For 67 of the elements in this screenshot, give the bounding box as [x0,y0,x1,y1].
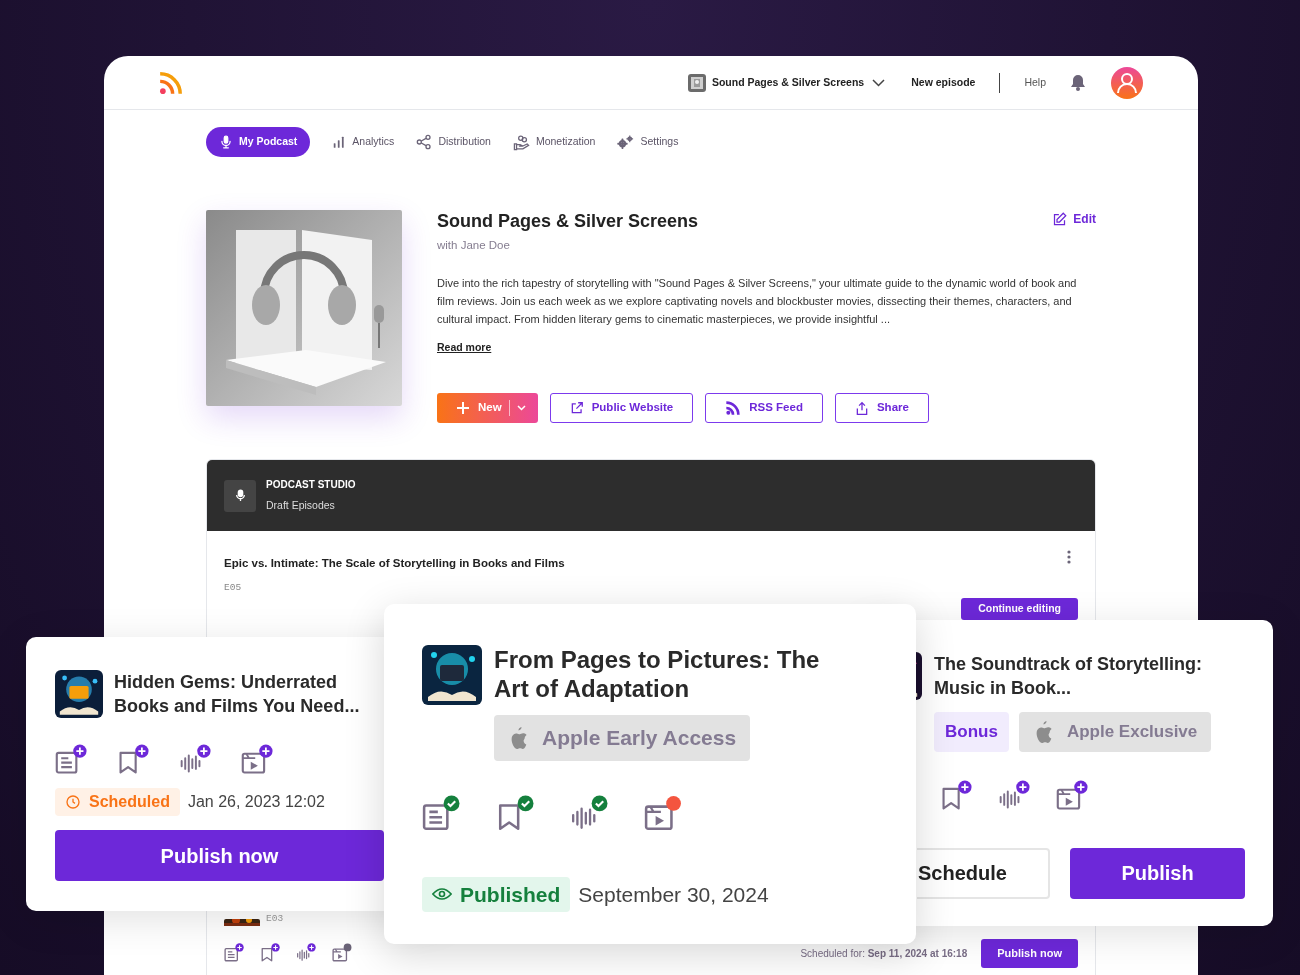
rss-icon [725,400,742,416]
clock-icon [65,794,81,810]
continue-editing-button[interactable]: Continue editing [961,598,1078,621]
external-link-icon [569,401,584,415]
bookmark-status-icon[interactable] [260,943,280,963]
bar-chart-icon [332,135,347,149]
bookmark-status-icon[interactable] [117,744,149,776]
hand-coins-icon [512,133,530,151]
status-badge: Scheduled [55,788,180,816]
read-more-link[interactable]: Read more [437,340,492,356]
publish-button[interactable]: Publish now [55,830,384,881]
schedule-text: Scheduled for: Sep 11, 2024 at 16:18 [800,946,968,961]
episode-title: From Pages to Pictures: The Art of Adaptation [494,645,821,703]
link-button[interactable]: RSS Feed [705,393,823,423]
schedule-button[interactable]: Schedule [917,847,1050,899]
more-options-icon[interactable] [1067,550,1071,564]
video-status-icon[interactable] [332,943,352,963]
episode-title: Epic vs. Intimate: The Scale of Storytelling in Books and Films [224,556,565,571]
share-icon [854,400,869,416]
status-badge: Published [422,876,571,912]
nav-tab[interactable]: My Podcast [206,127,311,157]
nav-tab[interactable]: Distribution [416,127,491,157]
episode-date: September 30, 2024 [578,881,769,908]
video-status-icon[interactable] [644,794,682,833]
podcast-description: Dive into the rich tapestry of storytelling with "Sound Pages & Silver Screens," your ultimate guide to the dynamic world of book and film reviews. Join us each week as we explore captivating novels and blockbuster movies, dissecting their themes, characters, and cultural impact. From hidden literary gems to cinematic masterpieces, we provide insightful ... [437,276,1078,328]
microphone-icon [224,479,256,512]
studio-subtitle: Draft Episodes [266,498,336,514]
waveform-status-icon[interactable] [296,943,316,963]
publish-button[interactable]: Publish [1070,847,1245,899]
studio-title: PODCAST STUDIO [266,478,356,493]
show-selector[interactable]: Sound Pages & Silver Screens [711,74,886,91]
new-episode-link[interactable]: New episode [911,74,976,91]
nav-tab[interactable]: Monetization [512,127,596,157]
nav-tab[interactable]: Settings [617,127,679,157]
link-button[interactable]: Public Website [549,393,694,423]
chevron-down-icon [516,405,526,411]
publish-now-button[interactable]: Publish now [981,938,1078,968]
video-status-icon[interactable] [241,744,273,776]
episode-number: E05 [224,581,243,595]
notification-bell-icon[interactable] [1070,74,1086,91]
apple-tag: Apple Early Access [494,715,751,761]
link-button[interactable]: Share [834,393,929,423]
plus-icon [457,402,469,414]
document-status-icon[interactable] [55,744,87,776]
edit-button[interactable]: Edit [1052,210,1096,228]
share-nodes-icon [416,134,433,150]
podcast-title: Sound Pages & Silver Screens [437,210,699,232]
host-name: with Jane Doe [437,238,511,253]
microphone-icon [219,135,233,149]
episode-number: E03 [266,912,284,927]
episode-title: The Soundtrack of Storytelling: Music in Book... [934,653,1203,700]
nav-tab[interactable]: Analytics [332,127,395,157]
help-link[interactable]: Help [1024,74,1046,91]
apple-tag: Apple Exclusive [1018,712,1212,752]
rss-logo [158,69,184,96]
document-status-icon[interactable] [224,943,244,963]
episode-date: Jan 26, 2023 12:02 [187,792,325,812]
edit-icon [1052,211,1068,227]
episode-title: Hidden Gems: Underrated Books and Films You Need... [114,671,361,718]
chevron-down-icon [872,78,886,87]
eye-icon [432,886,452,903]
bookmark-status-icon[interactable] [496,794,534,833]
document-status-icon[interactable] [422,794,460,833]
bonus-tag: Bonus [934,712,1009,752]
video-status-icon[interactable] [1056,779,1088,812]
bookmark-status-icon[interactable] [940,779,972,812]
avatar[interactable] [1111,66,1143,99]
